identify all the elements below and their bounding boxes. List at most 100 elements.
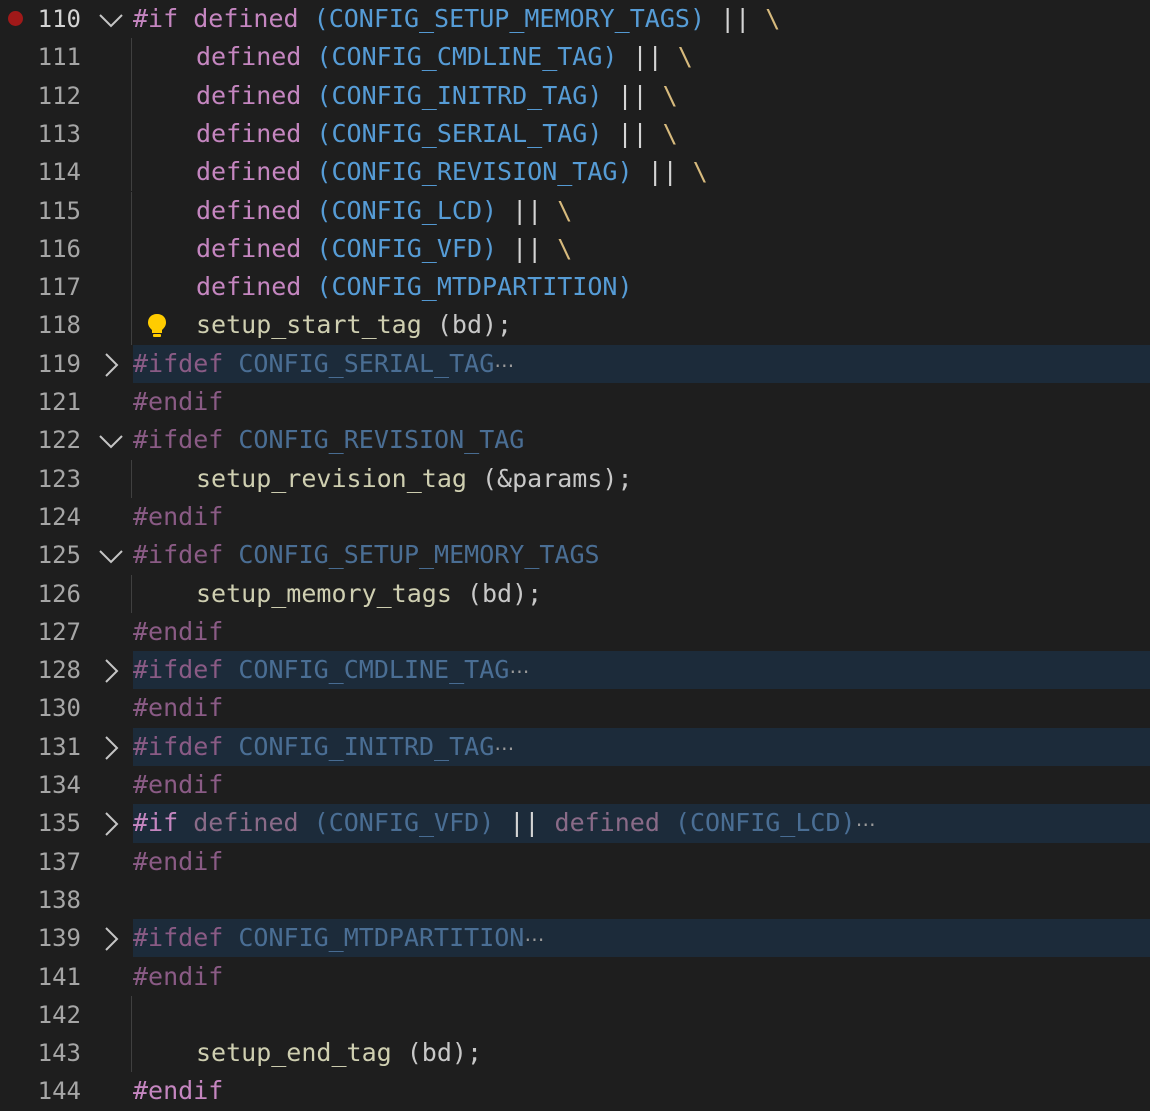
code-line[interactable]: 114 defined (CONFIG_REVISION_TAG) || \ bbox=[0, 153, 1150, 192]
chevron-down-icon[interactable] bbox=[98, 7, 124, 33]
breakpoint-icon[interactable] bbox=[8, 11, 23, 26]
code-text[interactable]: #ifdef CONFIG_CMDLINE_TAG⋯ bbox=[133, 651, 530, 690]
code-line[interactable]: 131 #ifdef CONFIG_INITRD_TAG⋯ bbox=[0, 727, 1150, 767]
code-text[interactable]: #ifdef CONFIG_REVISION_TAG bbox=[133, 421, 524, 459]
code-text[interactable]: #ifdef CONFIG_SERIAL_TAG⋯ bbox=[133, 345, 515, 384]
line-gutter[interactable]: 121 bbox=[0, 383, 133, 421]
lightbulb-icon[interactable] bbox=[145, 312, 169, 340]
code-line[interactable]: 123 setup_revision_tag (&params); bbox=[0, 459, 1150, 498]
code-line[interactable]: 142 bbox=[0, 995, 1150, 1035]
code-line[interactable]: 124 #endif bbox=[0, 498, 1150, 536]
code-text[interactable]: #endif bbox=[133, 766, 223, 804]
code-text[interactable]: defined (CONFIG_LCD) || \ bbox=[196, 192, 572, 230]
code-text[interactable]: #endif bbox=[133, 689, 223, 727]
line-gutter[interactable]: 143 bbox=[0, 1034, 133, 1072]
code-text[interactable]: setup_start_tag (bd); bbox=[196, 306, 512, 344]
code-text[interactable]: #ifdef CONFIG_INITRD_TAG⋯ bbox=[133, 728, 515, 767]
code-text[interactable]: #endif bbox=[133, 383, 223, 421]
code-text[interactable]: #if defined (CONFIG_SETUP_MEMORY_TAGS) |… bbox=[133, 0, 780, 38]
line-gutter[interactable]: 123 bbox=[0, 460, 133, 498]
code-line[interactable]: 125 #ifdef CONFIG_SETUP_MEMORY_TAGS bbox=[0, 536, 1150, 574]
code-line[interactable]: 130 #endif bbox=[0, 689, 1150, 727]
code-text[interactable]: #if defined (CONFIG_VFD) || defined (CON… bbox=[133, 804, 877, 843]
code-line[interactable]: 134 #endif bbox=[0, 766, 1150, 804]
code-text[interactable]: setup_memory_tags (bd); bbox=[196, 575, 542, 613]
code-line[interactable]: 135 #if defined (CONFIG_VFD) || defined (… bbox=[0, 804, 1150, 843]
line-gutter[interactable]: 144 bbox=[0, 1072, 133, 1110]
code-line[interactable]: 119 #ifdef CONFIG_SERIAL_TAG⋯ bbox=[0, 344, 1150, 384]
code-line[interactable]: 118 setup_start_tag (bd); bbox=[0, 306, 1150, 345]
line-gutter[interactable]: 137 bbox=[0, 843, 133, 881]
code-line[interactable]: 112 defined (CONFIG_INITRD_TAG) || \ bbox=[0, 76, 1150, 115]
folded-ellipsis[interactable]: ⋯ bbox=[494, 736, 515, 760]
line-gutter[interactable]: 138 bbox=[0, 881, 133, 919]
code-line[interactable]: 143 setup_end_tag (bd); bbox=[0, 1034, 1150, 1073]
chevron-right-icon[interactable] bbox=[98, 811, 124, 837]
code-text[interactable]: #endif bbox=[133, 498, 223, 536]
code-text[interactable]: defined (CONFIG_SERIAL_TAG) || \ bbox=[196, 115, 678, 153]
line-gutter[interactable]: 117 bbox=[0, 268, 133, 306]
code-line[interactable]: 110 #if defined (CONFIG_SETUP_MEMORY_TAGS… bbox=[0, 0, 1150, 38]
line-gutter[interactable]: 128 bbox=[0, 651, 133, 690]
line-gutter[interactable]: 134 bbox=[0, 766, 133, 804]
code-line[interactable]: 138 bbox=[0, 881, 1150, 919]
folded-ellipsis[interactable]: ⋯ bbox=[494, 353, 515, 377]
line-gutter[interactable]: 118 bbox=[0, 306, 133, 344]
code-text[interactable]: defined (CONFIG_MTDPARTITION) bbox=[196, 268, 633, 306]
chevron-right-icon[interactable] bbox=[98, 926, 124, 952]
code-text[interactable]: #endif bbox=[133, 1072, 223, 1110]
code-line[interactable]: 144 #endif bbox=[0, 1072, 1150, 1110]
chevron-down-icon[interactable] bbox=[98, 543, 124, 569]
line-gutter[interactable]: 119 bbox=[0, 344, 133, 383]
line-gutter[interactable]: 124 bbox=[0, 498, 133, 536]
code-editor[interactable]: 110 #if defined (CONFIG_SETUP_MEMORY_TAGS… bbox=[0, 0, 1150, 1106]
code-text[interactable]: #endif bbox=[133, 843, 223, 881]
line-gutter[interactable]: 139 bbox=[0, 919, 133, 958]
code-line[interactable]: 115 defined (CONFIG_LCD) || \ bbox=[0, 191, 1150, 230]
line-gutter[interactable]: 142 bbox=[0, 996, 133, 1034]
code-line[interactable]: 141 #endif bbox=[0, 958, 1150, 996]
code-text[interactable]: #ifdef CONFIG_MTDPARTITION⋯ bbox=[133, 919, 545, 958]
line-gutter[interactable]: 111 bbox=[0, 38, 133, 76]
line-gutter[interactable]: 113 bbox=[0, 115, 133, 153]
code-text[interactable]: #endif bbox=[133, 958, 223, 996]
line-gutter[interactable]: 135 bbox=[0, 804, 133, 843]
code-line[interactable]: 128 #ifdef CONFIG_CMDLINE_TAG⋯ bbox=[0, 651, 1150, 690]
line-gutter[interactable]: 114 bbox=[0, 153, 133, 191]
chevron-right-icon[interactable] bbox=[98, 735, 124, 761]
folded-ellipsis[interactable]: ⋯ bbox=[524, 927, 545, 951]
code-line[interactable]: 127 #endif bbox=[0, 613, 1150, 651]
line-gutter[interactable]: 116 bbox=[0, 230, 133, 268]
line-gutter[interactable]: 141 bbox=[0, 958, 133, 996]
code-text[interactable]: #endif bbox=[133, 613, 223, 651]
line-gutter[interactable]: 122 bbox=[0, 421, 133, 459]
code-text[interactable]: setup_revision_tag (&params); bbox=[196, 460, 633, 498]
code-text[interactable]: defined (CONFIG_REVISION_TAG) || \ bbox=[196, 153, 708, 191]
code-line[interactable]: 137 #endif bbox=[0, 843, 1150, 881]
code-text[interactable]: defined (CONFIG_INITRD_TAG) || \ bbox=[196, 77, 678, 115]
code-text[interactable]: defined (CONFIG_VFD) || \ bbox=[196, 230, 572, 268]
code-line[interactable]: 126 setup_memory_tags (bd); bbox=[0, 574, 1150, 613]
line-gutter[interactable]: 131 bbox=[0, 727, 133, 766]
line-gutter[interactable]: 110 bbox=[0, 0, 133, 38]
code-text[interactable]: #ifdef CONFIG_SETUP_MEMORY_TAGS bbox=[133, 536, 600, 574]
line-gutter[interactable]: 126 bbox=[0, 575, 133, 613]
code-line[interactable]: 116 defined (CONFIG_VFD) || \ bbox=[0, 229, 1150, 269]
folded-ellipsis[interactable]: ⋯ bbox=[856, 812, 877, 836]
code-text[interactable]: defined (CONFIG_CMDLINE_TAG) || \ bbox=[196, 38, 693, 76]
folded-ellipsis[interactable]: ⋯ bbox=[509, 659, 530, 683]
chevron-down-icon[interactable] bbox=[98, 428, 124, 454]
code-line[interactable]: 121 #endif bbox=[0, 383, 1150, 421]
code-line[interactable]: 139 #ifdef CONFIG_MTDPARTITION⋯ bbox=[0, 919, 1150, 958]
chevron-right-icon[interactable] bbox=[98, 352, 124, 378]
chevron-right-icon[interactable] bbox=[98, 658, 124, 684]
line-gutter[interactable]: 125 bbox=[0, 536, 133, 574]
code-text[interactable]: setup_end_tag (bd); bbox=[196, 1034, 482, 1072]
code-line[interactable]: 111 defined (CONFIG_CMDLINE_TAG) || \ bbox=[0, 38, 1150, 77]
line-gutter[interactable]: 130 bbox=[0, 689, 133, 727]
code-line[interactable]: 117 defined (CONFIG_MTDPARTITION) bbox=[0, 268, 1150, 307]
line-gutter[interactable]: 127 bbox=[0, 613, 133, 651]
code-line[interactable]: 122 #ifdef CONFIG_REVISION_TAG bbox=[0, 421, 1150, 459]
line-gutter[interactable]: 115 bbox=[0, 192, 133, 230]
line-gutter[interactable]: 112 bbox=[0, 77, 133, 115]
